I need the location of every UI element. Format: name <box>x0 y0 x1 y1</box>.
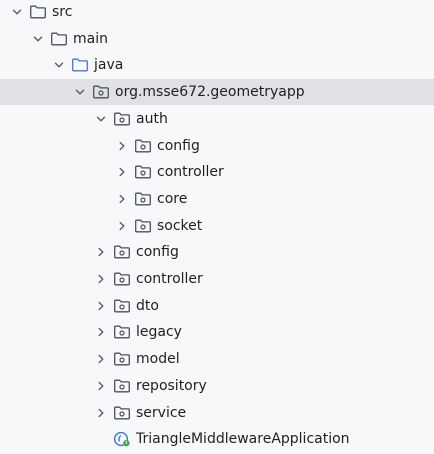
package-icon <box>134 191 152 207</box>
tree-row[interactable]: socket <box>0 213 434 239</box>
tree-row[interactable]: config <box>0 133 434 159</box>
tree-item-label: model <box>136 351 180 368</box>
tree-item-label: src <box>52 4 73 20</box>
package-icon <box>134 138 152 154</box>
chevron-right-icon[interactable] <box>93 405 109 421</box>
chevron-right-icon[interactable] <box>114 191 130 207</box>
tree-item-label: legacy <box>136 324 182 341</box>
tree-row[interactable]: TriangleMiddlewareApplication <box>0 426 434 452</box>
chevron-right-icon[interactable] <box>93 351 109 367</box>
tree-item-label: main <box>73 30 108 47</box>
tree-item-label: socket <box>157 217 203 234</box>
tree-item-label: repository <box>136 377 207 394</box>
tree-row[interactable]: legacy <box>0 319 434 345</box>
chevron-right-icon[interactable] <box>93 298 109 314</box>
package-icon <box>113 378 131 394</box>
tree-item-label: auth <box>136 110 168 127</box>
chevron-right-icon[interactable] <box>114 138 130 154</box>
chevron-down-icon[interactable] <box>30 31 46 47</box>
package-icon <box>134 164 152 180</box>
tree-item-label: TriangleMiddlewareApplication <box>136 431 350 448</box>
tree-row[interactable]: src <box>0 0 434 25</box>
package-icon <box>113 298 131 314</box>
tree-row[interactable]: auth <box>0 106 434 132</box>
package-icon <box>113 111 131 127</box>
folder-icon <box>50 31 68 47</box>
chevron-down-icon[interactable] <box>72 84 88 100</box>
tree-item-label: org.msse672.geometryapp <box>115 84 305 101</box>
package-icon <box>113 244 131 260</box>
tree-item-label: controller <box>136 271 203 287</box>
spring-boot-class-icon <box>113 431 131 447</box>
tree-item-label: config <box>157 137 200 154</box>
package-icon <box>113 351 131 367</box>
chevron-down-icon[interactable] <box>9 4 25 20</box>
tree-item-label: core <box>157 190 188 207</box>
package-icon <box>113 271 131 287</box>
tree-item-label: config <box>136 244 179 261</box>
tree-row[interactable]: org.msse672.geometryapp <box>0 79 434 106</box>
folder-icon <box>29 4 47 20</box>
project-tree: src main java org.msse672.geometryapp auth co… <box>0 0 434 454</box>
tree-row[interactable]: repository <box>0 373 434 399</box>
tree-row[interactable]: config <box>0 239 434 265</box>
tree-item-label: dto <box>136 297 159 314</box>
tree-row[interactable]: dto <box>0 293 434 319</box>
package-icon <box>113 405 131 421</box>
package-icon <box>134 218 152 234</box>
tree-item-label: controller <box>157 164 224 181</box>
chevron-right-icon[interactable] <box>93 244 109 260</box>
tree-row[interactable]: java <box>0 52 434 78</box>
tree-item-label: java <box>94 57 124 74</box>
source-folder-icon <box>71 57 89 73</box>
tree-row[interactable]: controller <box>0 266 434 292</box>
tree-row[interactable]: model <box>0 346 434 372</box>
package-icon <box>92 84 110 100</box>
chevron-right-icon[interactable] <box>114 218 130 234</box>
chevron-right-icon[interactable] <box>114 164 130 180</box>
tree-row[interactable]: controller <box>0 159 434 185</box>
package-icon <box>113 324 131 340</box>
chevron-right-icon[interactable] <box>93 324 109 340</box>
chevron-right-icon[interactable] <box>93 378 109 394</box>
tree-row[interactable]: main <box>0 26 434 52</box>
chevron-down-icon[interactable] <box>93 111 109 127</box>
tree-item-label: service <box>136 404 187 421</box>
chevron-down-icon[interactable] <box>51 57 67 73</box>
tree-row[interactable]: service <box>0 400 434 426</box>
chevron-right-icon[interactable] <box>93 271 109 287</box>
tree-row[interactable]: core <box>0 186 434 212</box>
